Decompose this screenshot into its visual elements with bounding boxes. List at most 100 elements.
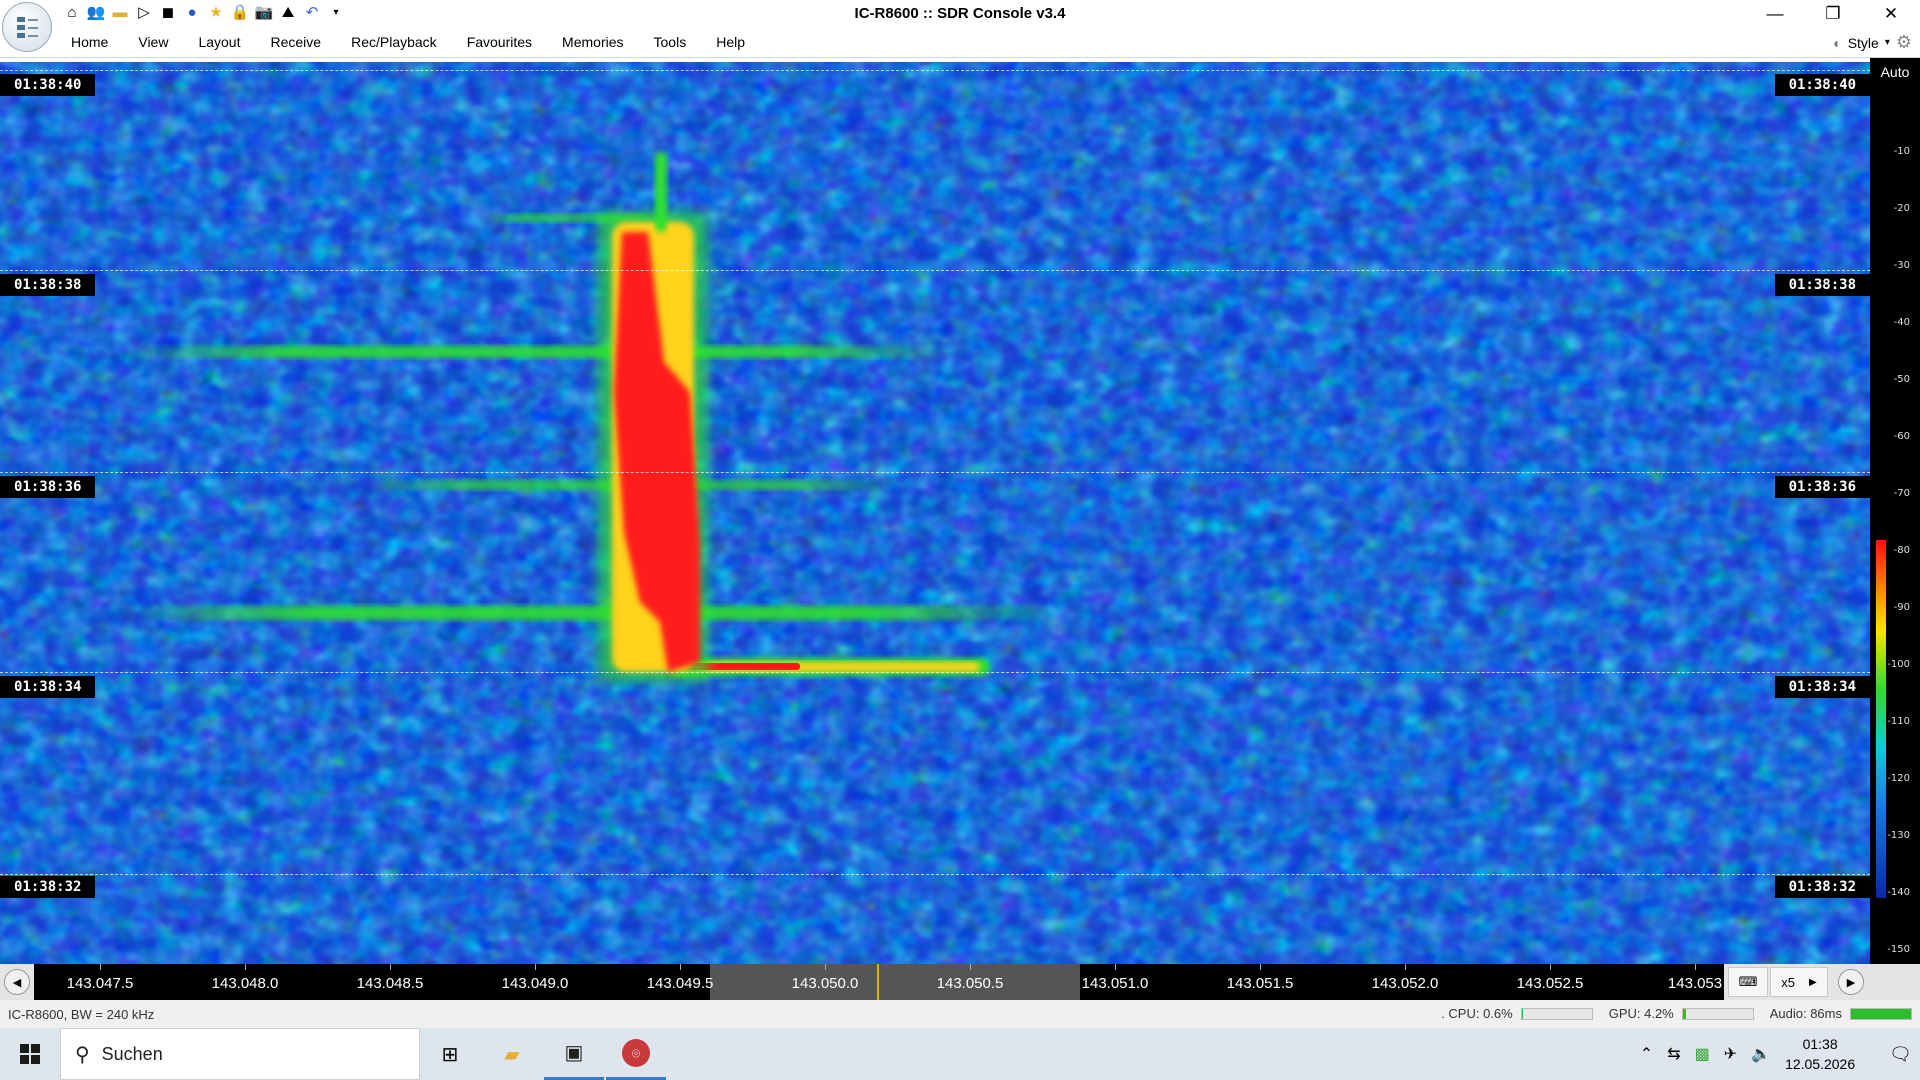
start-button[interactable] — [0, 1028, 60, 1080]
app-menu-button[interactable] — [2, 2, 52, 52]
frequency-label: 143.051.0 — [1081, 975, 1149, 992]
close-icon[interactable]: ✕ — [1862, 0, 1920, 28]
db-tick-label: -50 — [1893, 374, 1910, 385]
signal-burst-line — [120, 606, 1060, 620]
menu-help[interactable]: Help — [701, 34, 760, 50]
keyboard-icon[interactable]: ⌨ — [1728, 967, 1768, 997]
menu-bar: Home View Layout Receive Rec/Playback Fa… — [0, 28, 1920, 58]
sdr-console-icon[interactable]: ⌾ — [606, 1028, 666, 1080]
db-tick-label: -120 — [1887, 773, 1910, 784]
time-label-left: 01:38:36 — [0, 476, 96, 498]
db-scale-mode[interactable]: Auto — [1870, 64, 1920, 80]
menu-tools[interactable]: Tools — [639, 34, 702, 50]
volume-icon[interactable]: 🔈 — [1751, 1044, 1771, 1064]
signal-burst-line — [120, 346, 960, 358]
chevron-right-icon: ▶ — [1809, 976, 1817, 988]
windows-logo-icon — [20, 1044, 40, 1064]
db-tick-label: -140 — [1887, 887, 1910, 898]
app-menu-icon — [17, 17, 38, 38]
time-gridline — [0, 270, 1870, 271]
taskbar-clock[interactable]: 01:38 12.05.2026 — [1785, 1034, 1855, 1074]
notifications-icon[interactable]: 🗨 — [1889, 1044, 1912, 1065]
time-gridline — [0, 672, 1870, 673]
minimize-icon[interactable]: — — [1746, 0, 1804, 28]
frequency-label: 143.052.0 — [1371, 975, 1439, 992]
time-label-left: 01:38:32 — [0, 876, 96, 898]
menu-home[interactable]: Home — [56, 34, 123, 50]
frequency-label: 143.051.5 — [1226, 975, 1294, 992]
menu-favourites[interactable]: Favourites — [452, 34, 547, 50]
menu-view[interactable]: View — [123, 34, 183, 50]
menu-rec-playback[interactable]: Rec/Playback — [336, 34, 452, 50]
audio-meter-fill — [1851, 1008, 1911, 1019]
cpu-label: . CPU: 0.6% — [1441, 1006, 1513, 1021]
db-scale[interactable]: Auto -10 -20 -30 -40 -50 -60 -70 -80 -90 -100 -110… — [1870, 58, 1920, 964]
passband-highlight — [710, 964, 1080, 1000]
status-meters: . CPU: 0.6% GPU: 4.2% Audio: 86ms — [1441, 1006, 1912, 1021]
search-icon: ⚲ — [75, 1043, 90, 1066]
db-tick-label: -150 — [1887, 944, 1910, 955]
window-controls: — ❐ ✕ — [1746, 0, 1920, 28]
menu-receive[interactable]: Receive — [256, 34, 337, 50]
audio-meter — [1850, 1007, 1912, 1020]
waterfall-display[interactable]: 01:38:40 01:38:38 01:38:36 01:38:34 01:3… — [0, 62, 1870, 964]
frequency-axis[interactable]: 143.047.5 143.048.0 143.048.5 143.049.0 143.… — [34, 964, 1724, 1000]
cpu-meter — [1520, 1007, 1593, 1020]
frequency-bar: ◀ 143.047.5 143.048.0 143.048.5 143.049.0 14… — [0, 964, 1920, 1000]
gpu-label: GPU: 4.2% — [1608, 1006, 1674, 1021]
taskbar-search[interactable]: ⚲ Suchen — [60, 1028, 420, 1080]
tray-overflow-icon[interactable]: ⌃ — [1640, 1044, 1653, 1064]
db-tick-label: -100 — [1887, 659, 1910, 670]
airplane-icon[interactable]: ✈ — [1724, 1044, 1737, 1064]
task-view-icon[interactable]: ⊞ — [420, 1028, 480, 1080]
time-label-left: 01:38:38 — [0, 274, 96, 296]
db-tick-label: -60 — [1893, 431, 1910, 442]
style-selector[interactable]: ◐ Style ▾ ⚙ — [1833, 32, 1912, 53]
frequency-tick — [1550, 964, 1551, 970]
db-tick-label: -20 — [1893, 203, 1910, 214]
system-tray: ⌃ ⇆ ▩ ✈ 🔈 01:38 12.05.2026 🗨 — [1640, 1028, 1920, 1080]
frequency-tick — [100, 964, 101, 970]
network-adapter-icon[interactable]: ⇆ — [1667, 1044, 1680, 1064]
db-tick-label: -90 — [1893, 602, 1910, 613]
frequency-tick — [1260, 964, 1261, 970]
tuned-frequency-marker — [877, 964, 879, 1000]
audio-label: Audio: 86ms — [1769, 1006, 1842, 1021]
signal-upper-tail — [655, 152, 667, 232]
db-tick-label: -80 — [1893, 545, 1910, 556]
zoom-selector[interactable]: x5 ▶ — [1770, 967, 1828, 997]
gear-icon[interactable]: ⚙ — [1896, 32, 1912, 53]
menu-layout[interactable]: Layout — [183, 34, 255, 50]
time-label-right: 01:38:38 — [1774, 274, 1870, 296]
frequency-tick — [1695, 964, 1696, 970]
frequency-tick — [1115, 964, 1116, 970]
window-title: IC-R8600 :: SDR Console v3.4 — [854, 5, 1066, 22]
time-label-right: 01:38:34 — [1774, 676, 1870, 698]
waterfall-spectrogram — [0, 62, 1870, 964]
waterfall-noise — [0, 62, 1870, 964]
db-tick-label: -70 — [1893, 488, 1910, 499]
frequency-tick — [535, 964, 536, 970]
terminal-icon[interactable]: ▣ — [544, 1028, 604, 1080]
frequency-label: 143.048.5 — [356, 975, 424, 992]
nvidia-icon[interactable]: ▩ — [1695, 1044, 1710, 1064]
gpu-meter — [1681, 1007, 1754, 1020]
file-explorer-icon[interactable]: ▰ — [482, 1028, 542, 1080]
restore-icon[interactable]: ❐ — [1804, 0, 1862, 28]
menu-items: Home View Layout Receive Rec/Playback Fa… — [56, 34, 760, 50]
search-placeholder: Suchen — [101, 1043, 163, 1064]
time-label-left: 01:38:40 — [0, 74, 96, 96]
status-bar: IC-R8600, BW = 240 kHz . CPU: 0.6% GPU: … — [0, 1000, 1920, 1028]
db-tick-label: -110 — [1887, 716, 1910, 727]
db-tick-label: -130 — [1887, 830, 1910, 841]
menu-memories[interactable]: Memories — [547, 34, 638, 50]
frequency-label: 143.050.0 — [791, 975, 859, 992]
db-tick-label: -40 — [1893, 317, 1910, 328]
scroll-left-button[interactable]: ◀ — [4, 969, 30, 995]
windows-taskbar: ⚲ Suchen ⊞ ▰ ▣ ⌾ ⌃ ⇆ ▩ ✈ 🔈 01:38 12.05.2… — [0, 1028, 1920, 1080]
clock-date: 12.05.2026 — [1785, 1056, 1856, 1072]
scroll-right-button[interactable]: ▶ — [1838, 969, 1864, 995]
style-label: Style — [1847, 34, 1879, 51]
frequency-label: 143.052.5 — [1516, 975, 1584, 992]
time-gridline — [0, 874, 1870, 875]
